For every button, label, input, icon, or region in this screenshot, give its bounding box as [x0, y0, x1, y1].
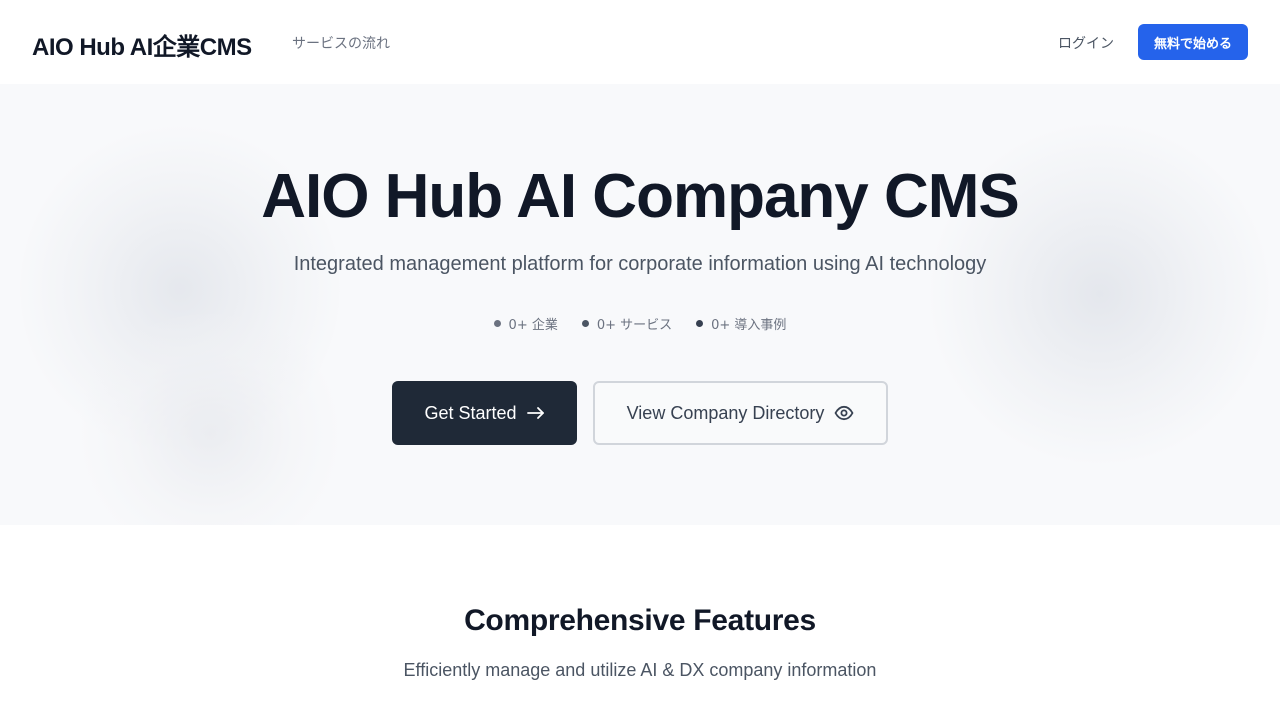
arrow-right-icon [526, 406, 545, 420]
hero-title: AIO Hub AI Company CMS [261, 162, 1020, 231]
hero-subtitle: Integrated management platform for corpo… [293, 253, 987, 275]
stat-dot-icon [581, 320, 589, 327]
stat-companies: 0+ 企業 [493, 314, 558, 333]
login-link[interactable]: ログイン [1058, 33, 1114, 53]
brand-logo[interactable]: AIO Hub AI企業CMS [32, 27, 252, 62]
stat-label: 0+ サービス [596, 318, 673, 333]
hero-section: AIO Hub AI Company CMS Integrated manage… [0, 84, 1280, 525]
view-directory-label: View Company Directory [626, 402, 825, 423]
stat-label: 0+ 企業 [508, 318, 558, 333]
features-subtitle: Efficiently manage and utilize AI & DX c… [403, 660, 877, 680]
features-title: Comprehensive Features [464, 604, 816, 637]
hero-stats: 0+ 企業 0+ サービス 0+ 導入事例 [0, 314, 1280, 333]
stat-services: 0+ サービス [581, 314, 673, 333]
view-company-directory-button[interactable]: View Company Directory [593, 381, 888, 445]
stat-label: 0+ 導入事例 [711, 318, 787, 333]
site-header: AIO Hub AI企業CMS サービスの流れ ログイン 無料で始める [0, 0, 1280, 84]
signup-button[interactable]: 無料で始める [1138, 24, 1248, 60]
stat-case-studies: 0+ 導入事例 [696, 314, 786, 333]
stat-dot-icon [696, 320, 704, 327]
stat-dot-icon [493, 320, 501, 327]
get-started-label: Get Started [424, 402, 517, 423]
get-started-button[interactable]: Get Started [392, 381, 577, 445]
nav-link-service-flow[interactable]: サービスの流れ [292, 33, 390, 53]
eye-icon [834, 405, 854, 421]
